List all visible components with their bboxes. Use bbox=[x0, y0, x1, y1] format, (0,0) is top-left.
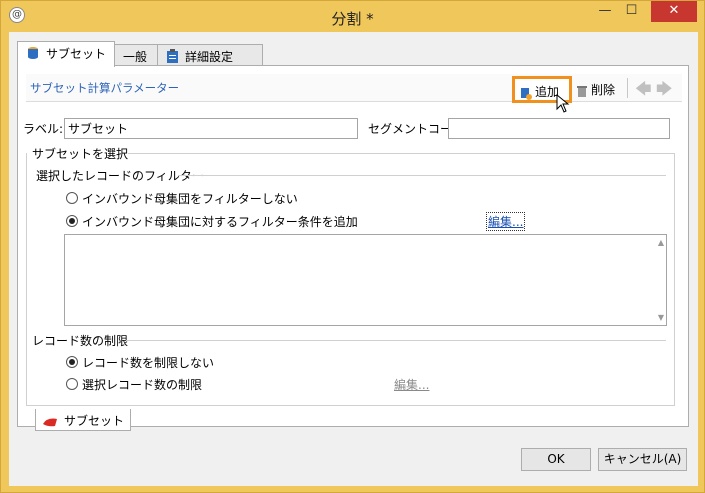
no-limit-radio[interactable] bbox=[66, 356, 78, 368]
maximize-button[interactable]: ☐ bbox=[618, 1, 645, 22]
tab-general-label: 一般 bbox=[123, 50, 148, 64]
tab-advanced-label: 詳細設定 bbox=[185, 50, 234, 64]
minimize-button[interactable]: — bbox=[592, 1, 618, 22]
tab-subset-label: サブセット bbox=[46, 47, 107, 61]
segment-code-input[interactable] bbox=[448, 118, 670, 139]
filter-preview-textarea[interactable]: ▲ ▼ bbox=[64, 234, 667, 326]
toolbar-separator bbox=[627, 78, 628, 98]
toolbar-title: サブセット計算パラメーター bbox=[30, 81, 180, 95]
scroll-up-icon[interactable]: ▲ bbox=[658, 238, 664, 247]
label-caption: ラベル: bbox=[23, 122, 64, 136]
add-filter-radio[interactable] bbox=[66, 215, 78, 227]
tab-subset[interactable]: サブセット bbox=[17, 41, 115, 67]
no-limit-label[interactable]: レコード数を制限しない bbox=[82, 354, 214, 371]
delete-button-label: 削除 bbox=[591, 83, 616, 97]
database-icon bbox=[26, 46, 40, 63]
arrow-left-icon[interactable]: 🡄 bbox=[635, 78, 652, 105]
arrow-right-icon[interactable]: 🡆 bbox=[656, 78, 673, 105]
dialog-window: @ 分割 * — ☐ ✕ サブセット 一般 詳細設定 サブセット計算パラメーター… bbox=[0, 0, 705, 493]
close-button[interactable]: ✕ bbox=[651, 1, 697, 22]
edit-filter-link[interactable]: 編集... bbox=[486, 212, 526, 231]
scroll-down-icon[interactable]: ▼ bbox=[658, 313, 664, 322]
edit-limit-link: 編集... bbox=[394, 378, 430, 392]
delete-button[interactable]: 削除 bbox=[576, 81, 615, 98]
toolbar: サブセット計算パラメーター 追加 削除 🡄 🡆 bbox=[26, 74, 682, 105]
tab-general[interactable]: 一般 bbox=[114, 44, 158, 66]
ok-button[interactable]: OK bbox=[521, 448, 591, 471]
no-filter-label[interactable]: インバウンド母集団をフィルターしない bbox=[82, 190, 298, 207]
dialog-client: サブセット 一般 詳細設定 サブセット計算パラメーター 追加 削除 🡄 🡆 ラベ… bbox=[9, 32, 698, 486]
trash-icon bbox=[577, 85, 587, 97]
no-filter-radio[interactable] bbox=[66, 192, 78, 204]
add-icon bbox=[521, 87, 532, 100]
segment-icon bbox=[43, 418, 57, 426]
bottom-tab-subset[interactable]: サブセット bbox=[35, 409, 131, 431]
clipboard-icon bbox=[166, 49, 179, 66]
cancel-button[interactable]: キャンセル(A) bbox=[598, 448, 687, 471]
bottom-tab-label: サブセット bbox=[64, 414, 125, 428]
limit-label[interactable]: 選択レコード数の制限 bbox=[82, 376, 202, 393]
add-filter-label[interactable]: インバウンド母集団に対するフィルター条件を追加 bbox=[82, 213, 358, 230]
label-input[interactable]: サブセット bbox=[64, 118, 358, 139]
limit-radio[interactable] bbox=[66, 378, 78, 390]
filter-divider bbox=[178, 175, 666, 176]
tab-panel: サブセット計算パラメーター 追加 削除 🡄 🡆 ラベル: サブセット セグメント… bbox=[17, 65, 689, 427]
limit-divider bbox=[126, 340, 666, 341]
limit-header: レコード数の制限 bbox=[32, 334, 129, 348]
mouse-cursor-icon bbox=[556, 94, 570, 113]
tab-advanced[interactable]: 詳細設定 bbox=[157, 44, 263, 66]
title-bar[interactable]: @ 分割 * — ☐ ✕ bbox=[1, 1, 704, 31]
